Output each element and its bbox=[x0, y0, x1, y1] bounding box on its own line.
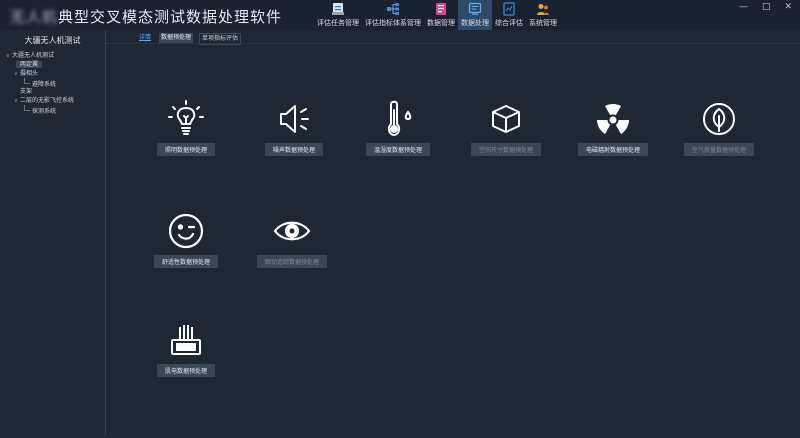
sidebar: 大疆无人机测试 ∨ 大疆无人机测试 两定翼 ∨ 摄相头 避障系统 支架 ∨ 二层的无影… bbox=[0, 30, 106, 435]
users-icon bbox=[537, 4, 549, 15]
analysis-icon bbox=[503, 2, 515, 16]
tree-item-label: 两定翼 bbox=[16, 61, 43, 68]
app-title: 无人机典型交叉模态测试数据处理软件 bbox=[10, 6, 282, 27]
tile-electromagnetic-radiation[interactable]: 电磁辐射数据预处理 bbox=[568, 98, 658, 160]
tile-label: 肌电数据预处理 bbox=[156, 364, 215, 377]
close-button[interactable]: ✕ bbox=[784, 2, 792, 12]
cube-icon bbox=[492, 105, 520, 133]
tab-data-preprocessing[interactable]: 数据预处理 bbox=[159, 33, 194, 43]
tile-label: 电磁辐射数据预处理 bbox=[577, 143, 648, 156]
project-tree: ∨ 大疆无人机测试 两定翼 ∨ 摄相头 避障系统 支架 ∨ 二层的无影飞控系统 探测系… bbox=[0, 51, 105, 115]
smile-icon bbox=[168, 213, 204, 249]
tree-item-label: 大疆无人机测试 bbox=[12, 52, 55, 59]
radiation-icon bbox=[597, 104, 629, 134]
tree-item-camera[interactable]: ∨ 摄相头 bbox=[0, 69, 105, 78]
sidebar-title: 大疆无人机测试 bbox=[24, 36, 81, 45]
module-toolbar: 评估任务管理 评估指标体系管理 数据管理 数据处理 综合评估 系统管理 bbox=[314, 0, 560, 30]
module-label: 系统管理 bbox=[529, 19, 557, 27]
tile-label: 噪声数据预处理 bbox=[264, 143, 323, 156]
data-processing-icon bbox=[468, 2, 482, 15]
module-label: 综合评估 bbox=[495, 19, 523, 27]
tile-label: 眼动追踪数据预处理 bbox=[256, 255, 327, 268]
leaf-icon bbox=[703, 103, 735, 135]
module-label: 数据管理 bbox=[427, 19, 455, 27]
title-bar: 无人机典型交叉模态测试数据处理软件 评估任务管理 评估指标体系管理 数据管理 数… bbox=[0, 0, 800, 30]
tile-comfort[interactable]: 舒适性数据预处理 bbox=[141, 210, 231, 272]
tree-item-flight-control[interactable]: ∨ 二层的无影飞控系统 bbox=[0, 96, 105, 105]
tree-item-root[interactable]: ∨ 大疆无人机测试 bbox=[0, 51, 105, 60]
tree-item-label: 支架 bbox=[20, 88, 33, 95]
tile-lighting[interactable]: 照明数据预处理 bbox=[141, 98, 231, 160]
tree-branch-line bbox=[24, 105, 30, 111]
tree-item-label: 摄相头 bbox=[20, 70, 39, 77]
tree-item-bracket[interactable]: 支架 bbox=[0, 87, 105, 96]
tree-item-fixed-wing[interactable]: 两定翼 bbox=[0, 60, 105, 69]
module-comprehensive-evaluation[interactable]: 综合评估 bbox=[492, 0, 526, 30]
tile-temperature-humidity[interactable]: 温湿度数据预处理 bbox=[353, 98, 443, 160]
eye-icon bbox=[273, 221, 311, 241]
tree-item-detection-system[interactable]: 探测系统 bbox=[0, 105, 105, 115]
speaker-icon bbox=[280, 105, 309, 133]
module-label: 评估任务管理 bbox=[317, 19, 359, 27]
tile-eye-tracking[interactable]: 眼动追踪数据预处理 bbox=[247, 210, 337, 272]
task-icon bbox=[332, 3, 344, 15]
module-system-management[interactable]: 系统管理 bbox=[526, 0, 560, 30]
tab-details[interactable]: 详情 bbox=[137, 33, 153, 43]
tile-label: 照明数据预处理 bbox=[156, 143, 215, 156]
tile-air-quality[interactable]: 空气质量数据预处理 bbox=[674, 98, 764, 160]
tile-label: 舒适性数据预处理 bbox=[153, 255, 218, 268]
app-title-text: 典型交叉模态测试数据处理软件 bbox=[58, 8, 283, 26]
thermometer-icon bbox=[387, 100, 412, 137]
tile-label: 温湿度数据预处理 bbox=[365, 143, 430, 156]
tile-noise[interactable]: 噪声数据预处理 bbox=[249, 98, 339, 160]
window-controls: — □ ✕ bbox=[739, 2, 792, 12]
module-label: 数据处理 bbox=[461, 19, 489, 27]
module-task-management[interactable]: 评估任务管理 bbox=[314, 0, 362, 30]
maximize-button[interactable]: □ bbox=[762, 2, 771, 12]
module-indicator-system[interactable]: 评估指标体系管理 bbox=[362, 0, 424, 30]
module-data-processing[interactable]: 数据处理 bbox=[458, 0, 492, 30]
tree-item-label: 探测系统 bbox=[32, 108, 57, 115]
app-title-obscured: 无人机 bbox=[10, 8, 59, 26]
tile-spatial-dimensions[interactable]: 空间尺寸数据预处理 bbox=[461, 98, 551, 160]
light-bulb-icon bbox=[168, 100, 204, 135]
tile-label: 空气质量数据预处理 bbox=[683, 143, 754, 156]
database-icon bbox=[436, 3, 446, 15]
emg-sensor-icon bbox=[171, 325, 201, 355]
tile-label: 空间尺寸数据预处理 bbox=[470, 143, 541, 156]
tree-item-obstacle-avoidance[interactable]: 避障系统 bbox=[0, 78, 105, 88]
tab-divider bbox=[106, 43, 800, 44]
tile-emg[interactable]: 肌电数据预处理 bbox=[141, 319, 231, 381]
minimize-button[interactable]: — bbox=[739, 2, 748, 12]
tree-item-label: 二层的无影飞控系统 bbox=[20, 97, 75, 104]
module-label: 评估指标体系管理 bbox=[365, 19, 421, 27]
hierarchy-icon bbox=[387, 3, 399, 15]
tree-branch-line bbox=[24, 78, 30, 84]
module-data-management[interactable]: 数据管理 bbox=[424, 0, 458, 30]
